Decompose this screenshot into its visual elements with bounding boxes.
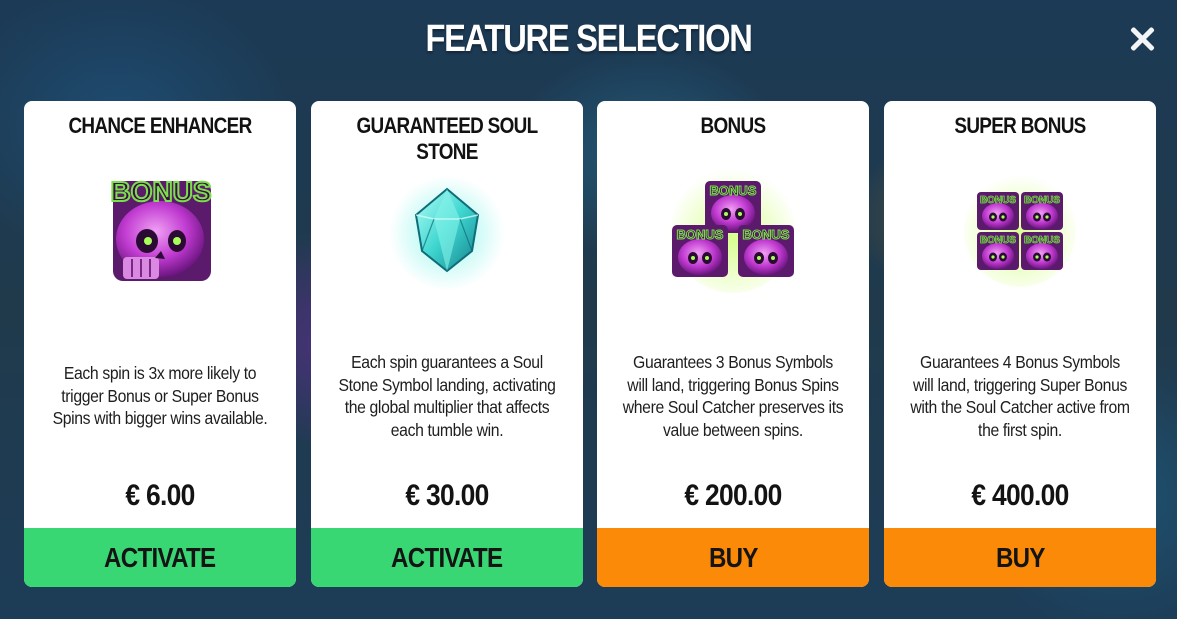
card-title: GUARANTEED SOUL STONE (356, 113, 538, 164)
feature-card-guaranteed-soul-stone: GUARANTEED SOUL STONE Each spin guarante… (311, 101, 583, 587)
card-price: € 6.00 (125, 479, 195, 512)
card-description: Each spin guarantees a Soul Stone Symbol… (338, 352, 556, 440)
close-icon[interactable] (1127, 24, 1157, 54)
four-bonus-skulls-icon: BONUS (884, 163, 1156, 293)
feature-card-super-bonus: SUPER BONUS BONUS Guarantees 4 Bonus Sym… (884, 101, 1156, 587)
card-title: CHANCE ENHANCER (68, 113, 252, 138)
page-title: FEATURE SELECTION (425, 18, 752, 60)
card-title: SUPER BONUS (954, 113, 1086, 138)
symbol-text: BONUS (110, 176, 211, 207)
activate-button[interactable]: ACTIVATE (24, 528, 296, 587)
card-price: € 400.00 (971, 479, 1069, 512)
three-bonus-skulls-icon: BONUS (597, 163, 869, 293)
card-price: € 30.00 (405, 479, 489, 512)
feature-card-bonus: BONUS BONUS Guarantees 3 Bonus Symbols w… (597, 101, 869, 587)
buy-button[interactable]: BUY (884, 528, 1156, 587)
bonus-skull-icon: BONUS (24, 163, 296, 293)
activate-button[interactable]: ACTIVATE (311, 528, 583, 587)
card-description: Each spin is 3x more likely to trigger B… (52, 363, 268, 429)
card-description: Guarantees 4 Bonus Symbols will land, tr… (910, 352, 1130, 440)
buy-button[interactable]: BUY (597, 528, 869, 587)
feature-card-chance-enhancer: CHANCE ENHANCER BONUS Each spin is 3x mo… (24, 101, 296, 587)
card-description: Guarantees 3 Bonus Symbols will land, tr… (622, 352, 844, 440)
soul-stone-gem-icon (311, 163, 583, 293)
card-price: € 200.00 (684, 479, 782, 512)
card-title: BONUS (700, 113, 767, 138)
